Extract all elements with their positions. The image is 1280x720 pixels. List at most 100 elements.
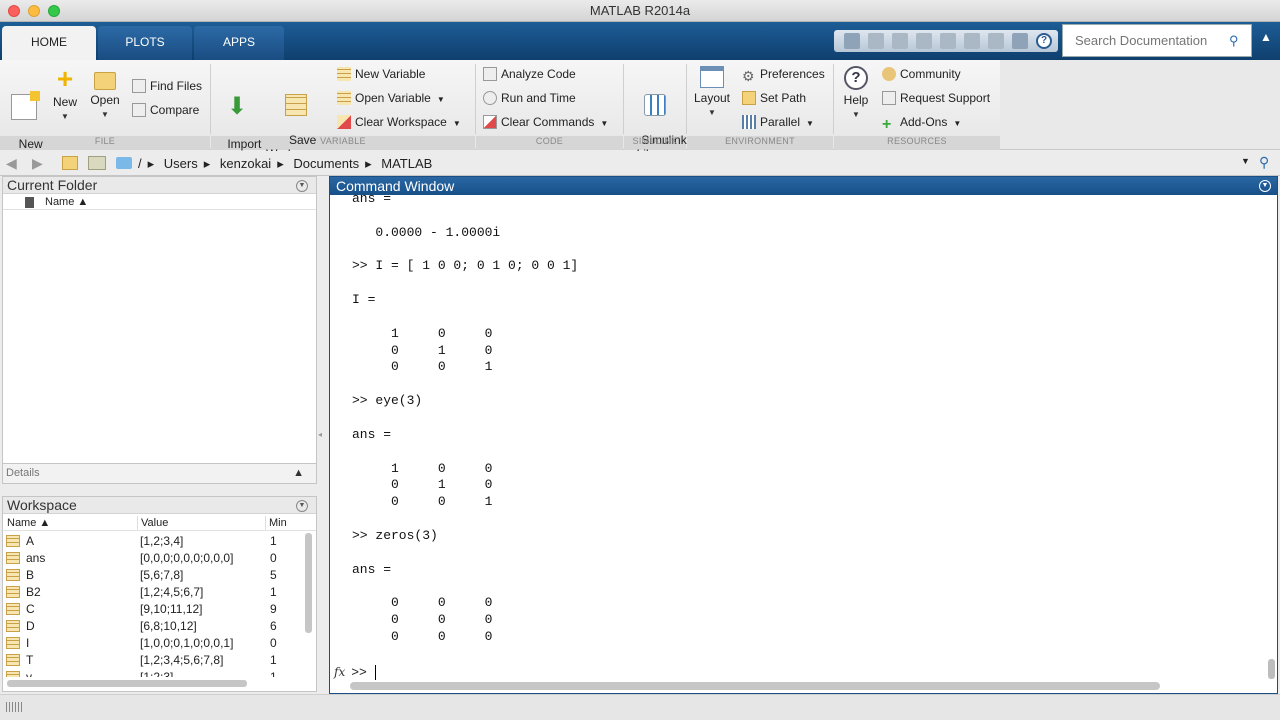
- collapse-toolstrip-icon[interactable]: ▲: [1258, 30, 1274, 48]
- cut-icon[interactable]: [892, 33, 908, 49]
- forward-icon[interactable]: ▶: [32, 155, 43, 172]
- undo-icon[interactable]: [964, 33, 980, 49]
- pane-menu-icon[interactable]: ▼: [1259, 180, 1271, 192]
- redo-icon[interactable]: [988, 33, 1004, 49]
- chevron-up-icon[interactable]: ▲: [293, 464, 304, 483]
- var-min: 6: [270, 619, 277, 633]
- copy-icon[interactable]: [916, 33, 932, 49]
- table-row[interactable]: A [1,2;3,4] 1: [6, 533, 303, 550]
- search-folder-icon[interactable]: ⚲: [1259, 154, 1269, 171]
- minimize-window-button[interactable]: [28, 5, 40, 17]
- analyze-code-button[interactable]: Analyze Code: [483, 64, 576, 84]
- command-output-line: 1 0 0: [352, 325, 493, 341]
- close-window-button[interactable]: [8, 5, 20, 17]
- var-value: [1,2;4,5;6,7]: [140, 585, 204, 599]
- table-row[interactable]: D [6,8;10,12] 6: [6, 618, 303, 635]
- clear-commands-button[interactable]: Clear Commands ▼: [483, 112, 608, 132]
- variable-icon: [6, 569, 20, 581]
- command-output-line: 0.0000 - 1.0000i: [352, 224, 501, 240]
- tab-apps[interactable]: APPS: [194, 26, 284, 60]
- request-support-label: Request Support: [900, 91, 991, 105]
- back-icon[interactable]: ◀: [6, 155, 17, 172]
- details-panel[interactable]: Details ▲: [2, 463, 317, 484]
- toolstrip-empty-area: [1000, 60, 1280, 150]
- compare-button[interactable]: Compare: [132, 100, 199, 120]
- open-label: Open: [90, 93, 120, 107]
- workspace-horizontal-scrollbar[interactable]: [7, 680, 247, 687]
- tab-home[interactable]: HOME: [2, 26, 96, 60]
- column-name[interactable]: Name ▲: [45, 195, 88, 209]
- help-button[interactable]: ? Help ▼: [838, 66, 874, 122]
- column-value[interactable]: Value: [137, 516, 168, 530]
- tab-plots[interactable]: PLOTS: [98, 26, 192, 60]
- pane-menu-icon[interactable]: ▼: [296, 500, 308, 512]
- clear-workspace-button[interactable]: Clear Workspace ▼: [337, 112, 461, 132]
- command-output-line: [352, 578, 1252, 595]
- open-variable-button[interactable]: Open Variable ▼: [337, 88, 445, 108]
- community-button[interactable]: Community: [882, 64, 961, 84]
- compare-label: Compare: [150, 103, 200, 117]
- current-folder-title: Current Folder: [7, 177, 98, 193]
- chevron-down-icon: ▼: [61, 112, 69, 121]
- command-output[interactable]: ans = 0.0000 - 1.0000i >> I = [ 1 0 0; 0…: [352, 191, 1252, 661]
- path-segment-users[interactable]: Users: [164, 156, 198, 171]
- clear-workspace-label: Clear Workspace: [355, 115, 447, 129]
- splitter-handle[interactable]: ◂: [318, 430, 328, 440]
- var-min: 1: [270, 534, 277, 548]
- path-segment-matlab[interactable]: MATLAB: [381, 156, 432, 171]
- preferences-button[interactable]: ⚙ Preferences: [742, 64, 825, 84]
- community-label: Community: [900, 67, 961, 81]
- table-row[interactable]: B2 [1,2;4,5;6,7] 1: [6, 584, 303, 601]
- current-path[interactable]: / ▸ Users ▸ kenzokai ▸ Documents ▸ MATLAB: [116, 153, 1256, 174]
- set-path-button[interactable]: Set Path: [742, 88, 806, 108]
- new-variable-icon: [337, 67, 351, 81]
- path-segment-documents[interactable]: Documents: [293, 156, 359, 171]
- help-icon[interactable]: ?: [1036, 33, 1052, 49]
- up-folder-icon[interactable]: [62, 156, 78, 170]
- section-label-environment: ENVIRONMENT: [725, 136, 795, 146]
- browse-folder-icon[interactable]: [88, 156, 106, 170]
- switch-windows-icon[interactable]: [1012, 33, 1028, 49]
- parallel-button[interactable]: Parallel ▼: [742, 112, 814, 132]
- path-segment-kenzokai[interactable]: kenzokai: [220, 156, 271, 171]
- workspace-vertical-scrollbar[interactable]: [305, 533, 312, 633]
- search-input[interactable]: [1063, 25, 1223, 56]
- table-row[interactable]: v [1;2;3] 1: [6, 669, 303, 677]
- command-prompt-line[interactable]: fx >>: [334, 663, 934, 681]
- command-output-line: [352, 275, 1252, 292]
- separator: [686, 64, 687, 134]
- new-icon[interactable]: [844, 33, 860, 49]
- table-row[interactable]: T [1,2;3,4;5,6;7,8] 1: [6, 652, 303, 669]
- request-support-button[interactable]: Request Support: [882, 88, 990, 108]
- layout-button[interactable]: Layout ▼: [690, 66, 734, 120]
- command-horizontal-scrollbar[interactable]: [350, 682, 1160, 690]
- add-ons-label: Add-Ons: [900, 115, 948, 129]
- table-row[interactable]: C [9,10;11,12] 9: [6, 601, 303, 618]
- table-row[interactable]: I [1,0,0;0,1,0;0,0,1] 0: [6, 635, 303, 652]
- zoom-window-button[interactable]: [48, 5, 60, 17]
- find-files-label: Find Files: [150, 79, 203, 93]
- function-browser-icon[interactable]: fx: [334, 665, 345, 679]
- pane-menu-icon[interactable]: ▼: [296, 180, 308, 192]
- community-icon: [882, 67, 896, 81]
- chevron-down-icon: ▼: [452, 119, 461, 128]
- new-variable-button[interactable]: New Variable: [337, 64, 425, 84]
- chevron-right-icon: ▸: [277, 156, 284, 171]
- run-and-time-button[interactable]: Run and Time: [483, 88, 576, 108]
- find-files-button[interactable]: Find Files: [132, 76, 202, 96]
- column-name[interactable]: Name ▲: [7, 516, 50, 530]
- paste-icon[interactable]: [940, 33, 956, 49]
- table-row[interactable]: B [5,6;7,8] 5: [6, 567, 303, 584]
- column-min[interactable]: Min: [265, 516, 287, 530]
- new-script-icon: [11, 91, 40, 120]
- command-vertical-scrollbar[interactable]: [1268, 659, 1275, 679]
- path-dropdown-icon[interactable]: ▼: [1241, 156, 1250, 166]
- open-button[interactable]: Open ▼: [88, 66, 122, 122]
- table-row[interactable]: ans [0,0,0;0,0,0;0,0,0] 0: [6, 550, 303, 567]
- add-ons-button[interactable]: + Add-Ons ▼: [882, 112, 961, 133]
- var-name: B2: [26, 585, 41, 599]
- search-icon[interactable]: ⚲: [1229, 33, 1243, 48]
- save-icon[interactable]: [868, 33, 884, 49]
- path-root[interactable]: /: [138, 156, 142, 171]
- new-button[interactable]: + New ▼: [48, 65, 82, 124]
